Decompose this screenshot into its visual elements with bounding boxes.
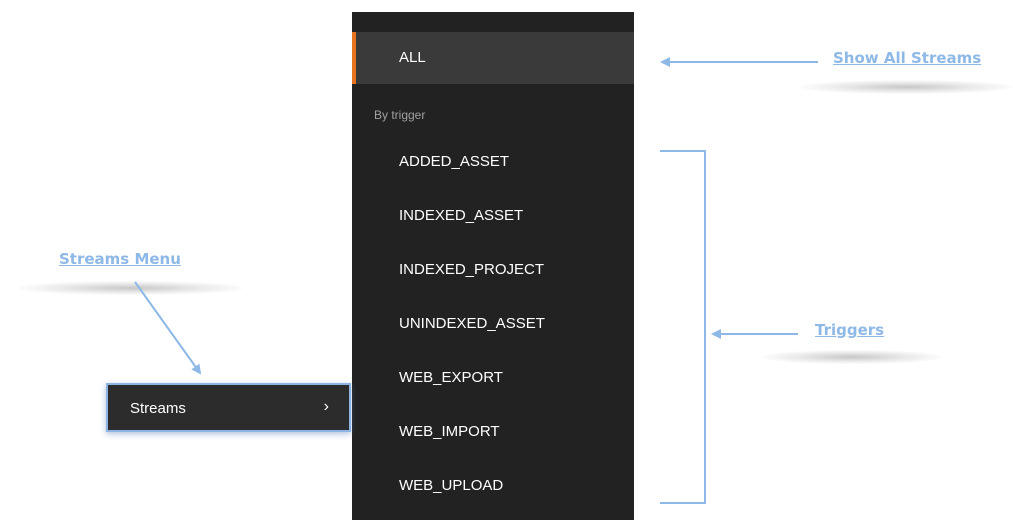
stream-item-web-export[interactable]: WEB_EXPORT	[352, 352, 634, 404]
stream-item-label: WEB_IMPORT	[399, 423, 500, 440]
annotation-show-all-streams: Show All Streams	[833, 49, 982, 67]
stream-item-added-asset[interactable]: ADDED_ASSET	[352, 136, 634, 188]
stream-item-label: WEB_EXPORT	[399, 369, 503, 386]
triggers-bracket	[660, 150, 706, 504]
streams-menu-label: Streams	[130, 400, 186, 417]
chevron-right-icon: ›	[323, 398, 329, 415]
stream-item-unindexed-asset[interactable]: UNINDEXED_ASSET	[352, 298, 634, 350]
stream-item-web-import[interactable]: WEB_IMPORT	[352, 406, 634, 458]
stream-item-web-upload[interactable]: WEB_UPLOAD	[352, 460, 634, 512]
stream-item-label: ADDED_ASSET	[399, 153, 510, 170]
streams-menu-item[interactable]: Streams ›	[106, 383, 351, 432]
streams-dropdown-panel: ALL By trigger ADDED_ASSET INDEXED_ASSET…	[352, 12, 634, 520]
arrow-to-streams-menu	[134, 281, 202, 375]
callout-shadow	[18, 281, 244, 295]
stream-item-all[interactable]: ALL	[352, 32, 634, 84]
stream-item-label: INDEXED_PROJECT	[399, 261, 545, 278]
stream-item-label: UNINDEXED_ASSET	[399, 315, 545, 332]
screenshot-canvas: ALL By trigger ADDED_ASSET INDEXED_ASSET…	[0, 0, 1013, 520]
stream-item-label: WEB_UPLOAD	[399, 477, 504, 494]
stream-item-label: INDEXED_ASSET	[399, 207, 524, 224]
callout-shadow	[762, 350, 942, 364]
stream-item-indexed-asset[interactable]: INDEXED_ASSET	[352, 190, 634, 242]
callout-shadow	[800, 80, 1013, 94]
stream-item-indexed-project[interactable]: INDEXED_PROJECT	[352, 244, 634, 296]
stream-item-label: ALL	[399, 49, 426, 66]
section-label-by-trigger: By trigger	[374, 108, 426, 122]
annotation-streams-menu: Streams Menu	[59, 250, 181, 268]
annotation-triggers: Triggers	[815, 321, 885, 339]
